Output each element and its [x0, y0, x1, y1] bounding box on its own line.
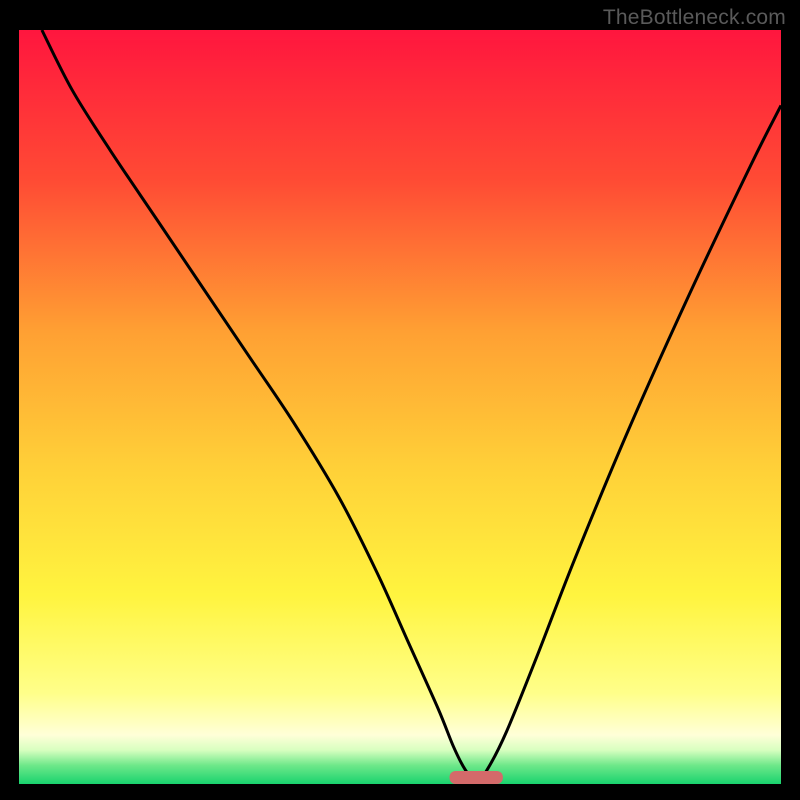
bottleneck-chart [0, 0, 800, 800]
watermark-text: TheBottleneck.com [603, 6, 786, 30]
plot-background [19, 30, 781, 784]
chart-frame: TheBottleneck.com [0, 0, 800, 800]
optimal-marker [450, 771, 503, 784]
